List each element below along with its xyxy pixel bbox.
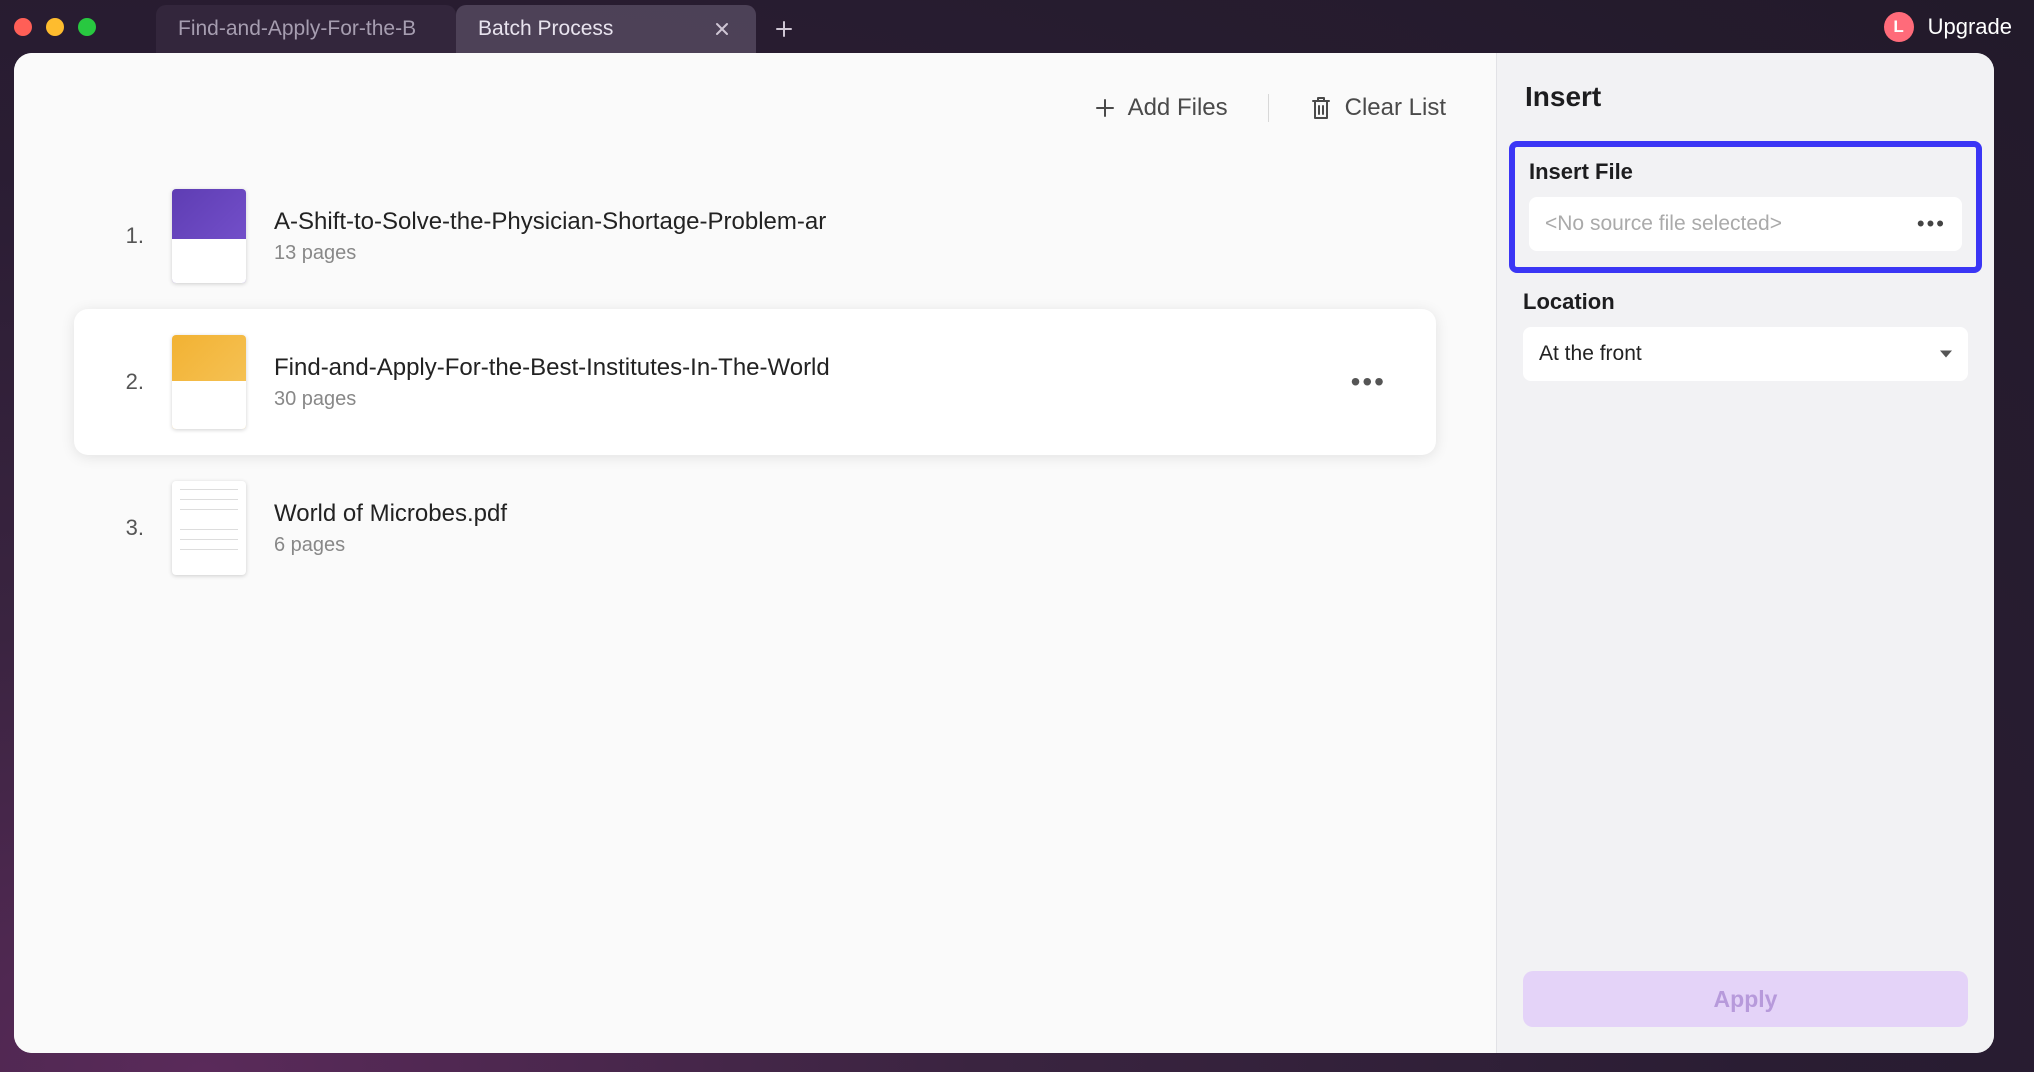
tab-document[interactable]: Find-and-Apply-For-the-B (156, 5, 456, 53)
add-files-button[interactable]: Add Files (1094, 94, 1228, 122)
upgrade-button[interactable]: Upgrade (1928, 14, 2012, 40)
close-window-button[interactable] (14, 18, 32, 36)
file-row[interactable]: 2. Find-and-Apply-For-the-Best-Institute… (74, 309, 1436, 455)
insert-file-section-highlight: Insert File <No source file selected> ••… (1509, 141, 1982, 273)
file-pages: 6 pages (274, 534, 1396, 557)
apply-button[interactable]: Apply (1523, 971, 1968, 1027)
row-index: 1. (114, 223, 144, 249)
location-label: Location (1523, 289, 1968, 315)
titlebar: Find-and-Apply-For-the-B Batch Process L… (0, 0, 2034, 53)
maximize-window-button[interactable] (78, 18, 96, 36)
new-tab-button[interactable] (764, 5, 804, 53)
clear-list-label: Clear List (1345, 94, 1446, 122)
source-file-placeholder: <No source file selected> (1545, 212, 1909, 236)
file-meta: World of Microbes.pdf 6 pages (274, 500, 1396, 557)
avatar[interactable]: L (1884, 12, 1914, 42)
row-more-button[interactable]: ••• (1341, 360, 1396, 404)
row-index: 3. (114, 515, 144, 541)
file-thumbnail (172, 189, 246, 283)
tab-title: Batch Process (478, 17, 702, 41)
file-thumbnail (172, 481, 246, 575)
content-area: Add Files Clear List 1. A-Shift-to-Solve… (14, 53, 1496, 1053)
file-meta: A-Shift-to-Solve-the-Physician-Shortage-… (274, 208, 1396, 265)
toolbar: Add Files Clear List (14, 53, 1496, 163)
file-row[interactable]: 3. World of Microbes.pdf 6 pages (74, 455, 1436, 601)
row-index: 2. (114, 369, 144, 395)
window-controls (14, 0, 96, 53)
source-file-picker[interactable]: <No source file selected> ••• (1529, 197, 1962, 251)
tab-batch-process[interactable]: Batch Process (456, 5, 756, 53)
browse-file-button[interactable]: ••• (1909, 207, 1954, 241)
main-window: Add Files Clear List 1. A-Shift-to-Solve… (14, 53, 1994, 1053)
trash-icon (1309, 95, 1333, 121)
file-pages: 30 pages (274, 388, 1313, 411)
panel-spacer (1497, 381, 1994, 971)
titlebar-right: L Upgrade (1884, 0, 2034, 53)
tab-title: Find-and-Apply-For-the-B (178, 17, 434, 41)
location-value: At the front (1539, 342, 1642, 366)
plus-icon (1094, 97, 1116, 119)
insert-file-label: Insert File (1529, 159, 1962, 185)
add-files-label: Add Files (1128, 94, 1228, 122)
clear-list-button[interactable]: Clear List (1309, 94, 1446, 122)
file-meta: Find-and-Apply-For-the-Best-Institutes-I… (274, 354, 1313, 411)
insert-panel: Insert Insert File <No source file selec… (1496, 53, 1994, 1053)
file-thumbnail (172, 335, 246, 429)
tab-strip: Find-and-Apply-For-the-B Batch Process (156, 0, 804, 53)
file-name: World of Microbes.pdf (274, 500, 874, 528)
file-row[interactable]: 1. A-Shift-to-Solve-the-Physician-Shorta… (74, 163, 1436, 309)
file-pages: 13 pages (274, 242, 1396, 265)
location-select[interactable]: At the front (1523, 327, 1968, 381)
location-section: Location At the front (1497, 273, 1994, 381)
file-name: A-Shift-to-Solve-the-Physician-Shortage-… (274, 208, 874, 236)
file-list: 1. A-Shift-to-Solve-the-Physician-Shorta… (14, 163, 1496, 601)
close-tab-icon[interactable] (710, 17, 734, 41)
avatar-initial: L (1893, 17, 1903, 37)
minimize-window-button[interactable] (46, 18, 64, 36)
file-name: Find-and-Apply-For-the-Best-Institutes-I… (274, 354, 874, 382)
panel-title: Insert (1497, 53, 1994, 127)
toolbar-divider (1268, 94, 1269, 122)
